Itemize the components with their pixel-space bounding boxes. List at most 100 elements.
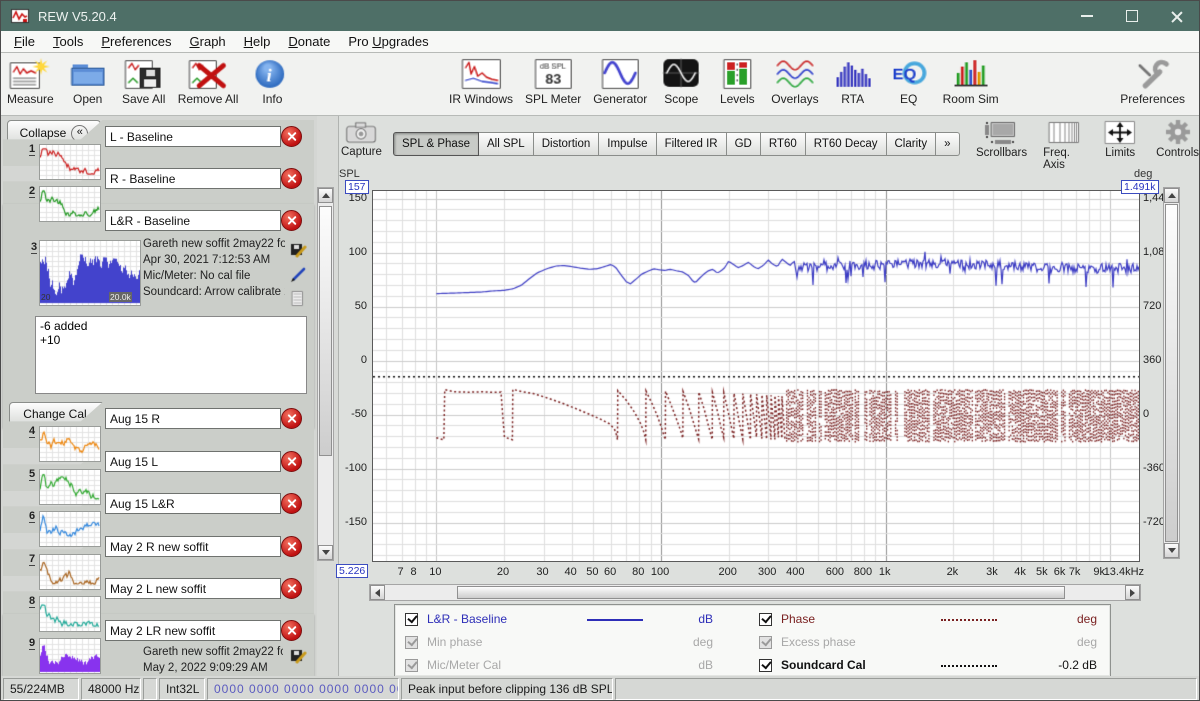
- hscroll-left-arrow[interactable]: [370, 585, 385, 600]
- measurement-thumbnail-9[interactable]: [39, 638, 101, 674]
- toolbar-button-rta[interactable]: RTA: [831, 57, 875, 106]
- tab-rt60-decay[interactable]: RT60 Decay: [806, 132, 887, 156]
- toolbar-button-room-sim[interactable]: Room Sim: [943, 57, 999, 106]
- toolbar-button-spl-meter[interactable]: SPL Meter: [525, 57, 581, 106]
- freq-tick-6k: 6k: [1054, 566, 1066, 578]
- measurement-name-input-9[interactable]: [105, 620, 281, 641]
- menu-item-tools[interactable]: Tools: [44, 32, 92, 51]
- toolbar-button-eq[interactable]: EQ: [887, 57, 931, 106]
- tab-clarity[interactable]: Clarity: [887, 132, 937, 156]
- measurement-list-scrollbar[interactable]: [317, 187, 334, 561]
- legend-checkbox-mic-meter-cal[interactable]: [405, 659, 418, 672]
- toolbar-button-levels[interactable]: Levels: [715, 57, 759, 106]
- status-cell-1: 48000 Hz: [81, 678, 141, 700]
- graph-vscrollbar-up-arrow[interactable]: [1164, 188, 1179, 203]
- legend-checkbox-excess-phase[interactable]: [759, 636, 772, 649]
- measurement-name-input-2[interactable]: [105, 168, 281, 189]
- menu-item-file[interactable]: File: [5, 32, 44, 51]
- hscroll-thumb[interactable]: [457, 586, 1065, 599]
- delete-measurement-button-8[interactable]: [281, 578, 302, 599]
- left-axis-max-input[interactable]: 157: [345, 180, 369, 194]
- menu-item-pro-upgrades[interactable]: Pro Upgrades: [339, 32, 437, 51]
- freq-tick-8: 8: [410, 566, 416, 578]
- vertical-scrollbar[interactable]: [1163, 187, 1180, 559]
- hscroll-right-arrow[interactable]: [1125, 585, 1140, 600]
- measurement-info-line: Mic/Meter: No cal file: [143, 270, 250, 282]
- toolbar-button-overlays[interactable]: Overlays: [771, 57, 818, 106]
- measurement-name-input-3[interactable]: [105, 210, 281, 231]
- delete-measurement-button-4[interactable]: [281, 408, 302, 429]
- measurement-name-input-1[interactable]: [105, 126, 281, 147]
- scrollbars-icon: [982, 119, 1022, 147]
- legend-checkbox-soundcard-cal[interactable]: [759, 659, 772, 672]
- right-axis-max-input[interactable]: 1.491k: [1121, 180, 1159, 194]
- toolbar-button-ir-windows[interactable]: IR Windows: [449, 57, 513, 106]
- menu-item-graph[interactable]: Graph: [180, 32, 234, 51]
- measurement-name-input-4[interactable]: [105, 408, 281, 429]
- delete-measurement-button-2[interactable]: [281, 168, 302, 189]
- delete-measurement-button-1[interactable]: [281, 126, 302, 147]
- spl-phase-chart[interactable]: [373, 191, 1139, 561]
- notes-icon[interactable]: [289, 290, 307, 308]
- measurement-thumbnail-1[interactable]: [39, 144, 101, 180]
- delete-measurement-button-7[interactable]: [281, 536, 302, 557]
- menu-item-preferences[interactable]: Preferences: [92, 32, 180, 51]
- tab-all-spl[interactable]: All SPL: [479, 132, 534, 156]
- menu-item-donate[interactable]: Donate: [279, 32, 339, 51]
- delete-measurement-button-6[interactable]: [281, 493, 302, 514]
- measurement-thumbnail-2[interactable]: [39, 186, 101, 222]
- capture-button[interactable]: Capture: [341, 119, 382, 158]
- tab-gd[interactable]: GD: [727, 132, 761, 156]
- toolbar-button-measure[interactable]: Measure: [7, 57, 54, 106]
- measurement-scrollbar-up-arrow[interactable]: [318, 188, 333, 203]
- horizontal-scrollbar[interactable]: [369, 584, 1141, 601]
- menu-item-help[interactable]: Help: [235, 32, 280, 51]
- graph-vscrollbar-thumb[interactable]: [1165, 204, 1178, 542]
- toolbar-button-generator[interactable]: Generator: [593, 57, 647, 106]
- toolbar-button-preferences[interactable]: Preferences: [1120, 57, 1185, 106]
- maximize-button[interactable]: [1109, 1, 1154, 31]
- measurement-thumbnail-6[interactable]: [39, 511, 101, 547]
- measurement-scrollbar-thumb[interactable]: [319, 206, 332, 456]
- measurement-thumbnail-5[interactable]: [39, 469, 101, 505]
- measurement-name-input-8[interactable]: [105, 578, 281, 599]
- measurement-name-input-7[interactable]: [105, 536, 281, 557]
- measurement-name-input-6[interactable]: [105, 493, 281, 514]
- legend-checkbox-phase[interactable]: [759, 613, 772, 626]
- controls-button[interactable]: Controls: [1156, 119, 1199, 171]
- tab-spl-phase[interactable]: SPL & Phase: [393, 132, 479, 156]
- tab-rt60[interactable]: RT60: [761, 132, 806, 156]
- measurement-thumbnail-4[interactable]: [39, 426, 101, 462]
- tab-impulse[interactable]: Impulse: [599, 132, 656, 156]
- saveas-icon[interactable]: [289, 646, 307, 664]
- tab--[interactable]: »: [936, 132, 959, 156]
- measurement-notes-input[interactable]: [35, 316, 307, 394]
- tab-distortion[interactable]: Distortion: [534, 132, 600, 156]
- minimize-button[interactable]: [1064, 1, 1109, 31]
- legend-checkbox-l-r-baseline[interactable]: [405, 613, 418, 626]
- toolbar-button-open[interactable]: Open: [66, 57, 110, 106]
- delete-measurement-button-3[interactable]: [281, 210, 302, 231]
- measurement-name-input-5[interactable]: [105, 451, 281, 472]
- legend-checkbox-min-phase[interactable]: [405, 636, 418, 649]
- saveas-icon[interactable]: [289, 240, 307, 258]
- toolbar-button-remove-all[interactable]: Remove All: [178, 57, 239, 106]
- legend-line-sample: [587, 619, 643, 621]
- measurement-thumbnail-7[interactable]: [39, 554, 101, 590]
- collapse-label: Collapse: [20, 126, 67, 140]
- freq-axis-min-input[interactable]: 5.226: [336, 564, 368, 578]
- tab-filtered-ir[interactable]: Filtered IR: [657, 132, 727, 156]
- toolbar-button-save-all[interactable]: Save All: [122, 57, 166, 106]
- toolbar-button-scope[interactable]: Scope: [659, 57, 703, 106]
- limits-button[interactable]: Limits: [1100, 119, 1140, 171]
- delete-measurement-button-5[interactable]: [281, 451, 302, 472]
- freq-axis-button[interactable]: Freq. Axis: [1043, 119, 1084, 171]
- measurement-thumbnail-8[interactable]: [39, 596, 101, 632]
- graph-vscrollbar-down-arrow[interactable]: [1164, 543, 1179, 558]
- pencil-icon[interactable]: [289, 265, 307, 283]
- close-button[interactable]: [1154, 1, 1199, 31]
- delete-measurement-button-9[interactable]: [281, 620, 302, 641]
- measurement-scrollbar-down-arrow[interactable]: [318, 545, 333, 560]
- toolbar-button-info[interactable]: Info: [250, 57, 294, 106]
- scrollbars-button[interactable]: Scrollbars: [976, 119, 1027, 171]
